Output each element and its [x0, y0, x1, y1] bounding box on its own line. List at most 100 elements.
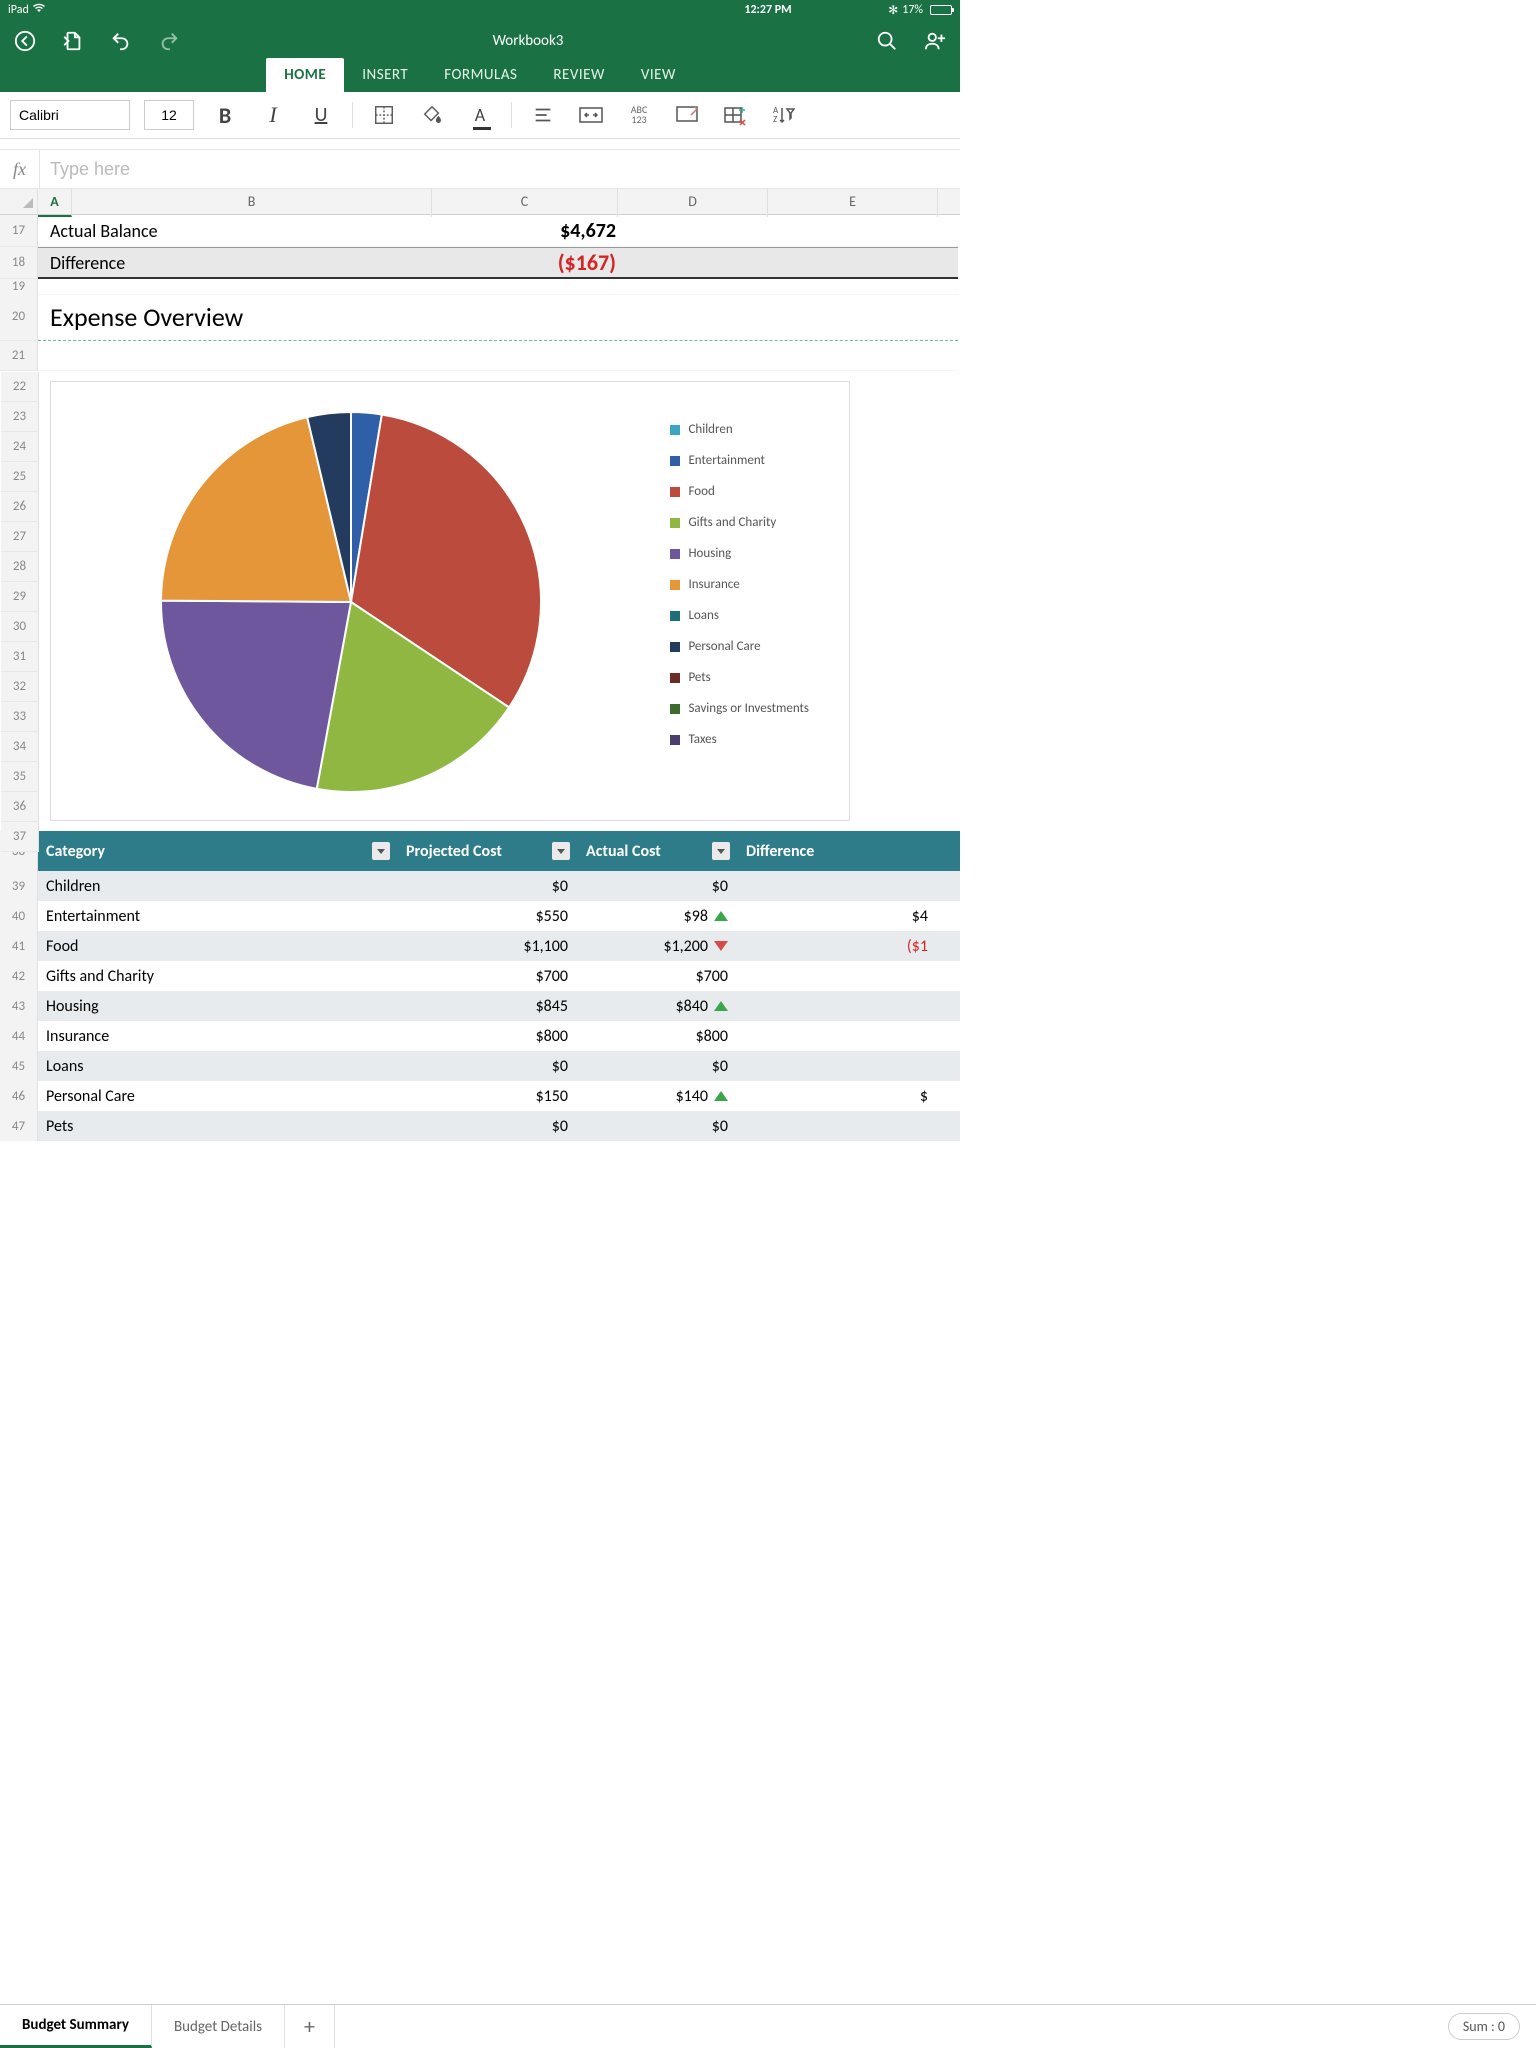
ribbon: B I U A ABC123 AZ	[0, 92, 960, 139]
workbook-title: Workbook3	[493, 32, 564, 50]
sort-filter-button[interactable]: AZ	[766, 100, 800, 130]
bold-button[interactable]: B	[208, 100, 242, 130]
up-icon	[714, 1091, 728, 1101]
column-header-e[interactable]: E	[768, 189, 938, 217]
legend-swatch-icon	[670, 456, 680, 466]
row-header[interactable]: 20	[0, 293, 38, 341]
cell-projected: $150	[398, 1087, 578, 1106]
row-header[interactable]: 21	[0, 341, 38, 371]
cell-actual: $800	[578, 1027, 738, 1046]
legend-label: Housing	[688, 546, 731, 561]
file-button[interactable]	[58, 26, 88, 56]
back-button[interactable]	[10, 26, 40, 56]
share-button[interactable]	[920, 26, 950, 56]
column-header-c[interactable]: C	[432, 189, 618, 217]
fx-icon[interactable]: fx	[0, 150, 40, 188]
filter-button[interactable]	[712, 842, 730, 860]
insert-delete-button[interactable]	[718, 100, 752, 130]
up-icon	[714, 1001, 728, 1011]
select-all-corner[interactable]	[0, 189, 38, 217]
tab-formulas[interactable]: FORMULAS	[426, 58, 535, 92]
filter-button[interactable]	[552, 842, 570, 860]
table-row[interactable]: 39Children$0$0	[0, 871, 960, 901]
status-bar: iPad 12:27 PM ✻ 17%	[0, 0, 960, 20]
table-row[interactable]: 41Food$1,100$1,200($1	[0, 931, 960, 961]
table-row[interactable]: 46Personal Care$150$140$	[0, 1081, 960, 1111]
tab-home[interactable]: HOME	[266, 58, 344, 92]
tab-review[interactable]: REVIEW	[535, 58, 622, 92]
row-header[interactable]: 46	[0, 1081, 38, 1111]
legend-label: Savings or Investments	[688, 701, 809, 716]
sheet-tab-budget-summary[interactable]: Budget Summary	[0, 2005, 152, 2048]
row-header[interactable]: 41	[0, 931, 38, 961]
cell-category: Entertainment	[38, 907, 398, 926]
column-header-d[interactable]: D	[618, 189, 768, 217]
add-sheet-button[interactable]: +	[285, 2005, 335, 2048]
column-header-b[interactable]: B	[72, 189, 432, 217]
legend-item: Pets	[670, 670, 809, 685]
pie-chart-svg	[151, 402, 551, 802]
table-row[interactable]: 45Loans$0$0	[0, 1051, 960, 1081]
italic-button[interactable]: I	[256, 100, 290, 130]
tab-view[interactable]: VIEW	[623, 58, 694, 92]
row-header[interactable]: 43	[0, 991, 38, 1021]
borders-button[interactable]	[367, 100, 401, 130]
number-format-button[interactable]: ABC123	[622, 100, 656, 130]
row-header[interactable]: 18	[0, 247, 38, 279]
actual-balance-value: $4,672	[560, 219, 616, 243]
legend-label: Food	[688, 484, 714, 499]
row-header[interactable]: 40	[0, 901, 38, 931]
column-header-a[interactable]: A	[38, 189, 72, 217]
table-row[interactable]: 43Housing$845$840	[0, 991, 960, 1021]
cell-styles-button[interactable]	[670, 100, 704, 130]
th-difference: Difference	[746, 842, 814, 861]
ribbon-tabs: HOME INSERT FORMULAS REVIEW VIEW	[0, 58, 960, 92]
row-header[interactable]: 47	[0, 1111, 38, 1141]
device-label: iPad	[8, 3, 29, 17]
table-row[interactable]: 44Insurance$800$800	[0, 1021, 960, 1051]
search-button[interactable]	[872, 26, 902, 56]
cell-actual: $840	[578, 997, 738, 1016]
legend-label: Gifts and Charity	[688, 515, 776, 530]
legend-label: Entertainment	[688, 453, 764, 468]
sheet-tab-budget-details[interactable]: Budget Details	[152, 2005, 285, 2048]
row-header[interactable]: 17	[0, 215, 38, 247]
table-row[interactable]: 42Gifts and Charity$700$700	[0, 961, 960, 991]
row-header[interactable]: 39	[0, 871, 38, 901]
row-header[interactable]: 45	[0, 1051, 38, 1081]
row-header[interactable]: 44	[0, 1021, 38, 1051]
cell-actual: $0	[578, 1117, 738, 1136]
undo-button[interactable]	[106, 26, 136, 56]
font-family-input[interactable]	[10, 100, 130, 130]
legend-item: Gifts and Charity	[670, 515, 809, 530]
difference-label: Difference	[50, 252, 125, 274]
legend-label: Personal Care	[688, 639, 760, 654]
font-size-input[interactable]	[144, 100, 194, 130]
table-row[interactable]: 40Entertainment$550$98$4	[0, 901, 960, 931]
down-icon	[714, 941, 728, 951]
filter-button[interactable]	[372, 842, 390, 860]
table-row[interactable]: 47Pets$0$0	[0, 1111, 960, 1141]
status-sum[interactable]: Sum : 0	[1432, 2005, 1536, 2048]
wifi-icon	[33, 3, 45, 17]
pie-chart[interactable]: 22232425262728293031323334353637 Childre…	[50, 381, 850, 821]
legend-item: Entertainment	[670, 453, 809, 468]
align-button[interactable]	[526, 100, 560, 130]
cell-actual: $140	[578, 1087, 738, 1106]
app-bar: Workbook3 HOME INSERT FORMULAS REVIEW VI…	[0, 20, 960, 92]
row-header[interactable]: 42	[0, 961, 38, 991]
merge-button[interactable]	[574, 100, 608, 130]
redo-button[interactable]	[154, 26, 184, 56]
separator	[511, 102, 512, 128]
font-color-button[interactable]: A	[463, 100, 497, 130]
row-18: 18 Difference ($167)	[0, 247, 960, 279]
th-category: Category	[46, 842, 105, 861]
cell-category: Housing	[38, 997, 398, 1016]
formula-input[interactable]	[40, 159, 960, 180]
fill-color-button[interactable]	[415, 100, 449, 130]
underline-button[interactable]: U	[304, 100, 338, 130]
svg-text:Z: Z	[773, 114, 777, 125]
chart-legend: ChildrenEntertainmentFoodGifts and Chari…	[670, 422, 809, 747]
tab-insert[interactable]: INSERT	[344, 58, 426, 92]
legend-item: Loans	[670, 608, 809, 623]
